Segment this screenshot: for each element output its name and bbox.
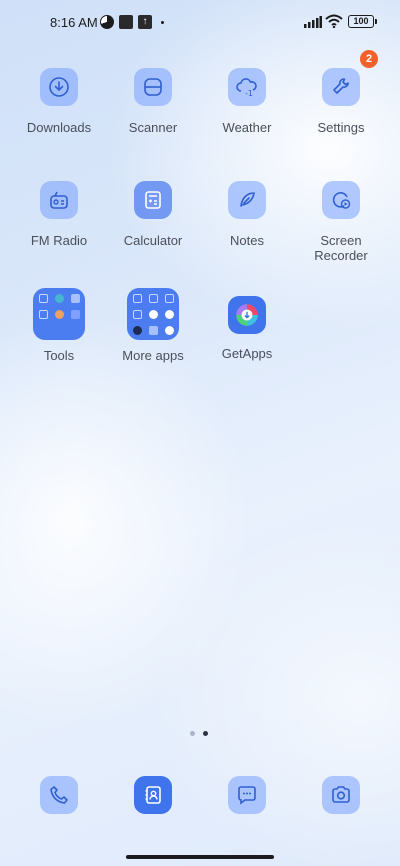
wrench-icon: 2 — [322, 50, 378, 106]
signal-icon — [304, 16, 322, 28]
folder-tools[interactable]: Tools — [12, 288, 106, 363]
camera-icon[interactable] — [322, 776, 360, 814]
page-dot-active[interactable] — [203, 731, 208, 736]
weather-icon: -1 — [228, 68, 266, 106]
wifi-icon — [325, 14, 343, 28]
upload-notification-icon: ↑ — [138, 15, 152, 29]
mini-app-icon — [149, 326, 158, 335]
app-label: Calculator — [123, 233, 183, 248]
app-settings[interactable]: 2 Settings — [294, 50, 388, 135]
mini-app-icon — [39, 310, 48, 319]
scanner-icon — [134, 68, 172, 106]
page-indicator — [190, 731, 214, 739]
status-time: 8:16 AM — [50, 15, 98, 30]
app-label: More apps — [122, 348, 184, 363]
more-notifications-dot — [161, 21, 164, 24]
app-label: Settings — [317, 120, 365, 135]
app-weather[interactable]: -1 Weather — [200, 68, 294, 135]
app-screen-recorder[interactable]: Screen Recorder — [294, 181, 388, 263]
app-fm-radio[interactable]: FM Radio — [12, 181, 106, 248]
app-notes[interactable]: Notes — [200, 181, 294, 248]
app-label: Downloads — [26, 120, 92, 135]
mini-app-icon — [165, 326, 174, 335]
app-label: Scanner — [128, 120, 178, 135]
home-gesture-bar[interactable] — [126, 855, 274, 859]
getapps-icon — [228, 296, 266, 334]
page-dot[interactable] — [190, 731, 195, 736]
mini-app-icon — [149, 310, 158, 319]
folder-more-apps[interactable]: More apps — [106, 288, 200, 363]
mini-app-icon — [133, 294, 142, 303]
screen-recorder-icon — [322, 181, 360, 219]
folder-icon — [33, 288, 85, 340]
app-scanner[interactable]: Scanner — [106, 68, 200, 135]
notification-badge: 2 — [360, 50, 378, 68]
mini-app-icon — [55, 294, 64, 303]
mini-app-icon — [133, 326, 142, 335]
app-getapps[interactable]: GetApps — [200, 288, 294, 361]
status-bar: 8:16 AM ↑ 100 — [0, 0, 400, 44]
mini-app-icon — [149, 294, 158, 303]
calculator-icon — [134, 181, 172, 219]
phone-icon[interactable] — [40, 776, 78, 814]
app-label: Notes — [230, 233, 264, 248]
folder-icon — [127, 288, 179, 340]
app-downloads[interactable]: Downloads — [12, 68, 106, 135]
mini-app-icon — [39, 294, 48, 303]
mini-app-icon — [165, 310, 174, 319]
mini-app-icon — [165, 294, 174, 303]
pie-notification-icon — [100, 15, 114, 29]
square-notification-icon — [119, 15, 133, 29]
app-label: Weather — [222, 120, 272, 135]
app-label: FM Radio — [30, 233, 88, 248]
svg-text:-1: -1 — [245, 89, 253, 98]
app-calculator[interactable]: Calculator — [106, 181, 200, 248]
app-label: Screen Recorder — [314, 233, 368, 263]
mini-app-icon — [71, 294, 80, 303]
feather-icon — [228, 181, 266, 219]
app-label: Tools — [43, 348, 75, 363]
message-icon[interactable] — [228, 776, 266, 814]
radio-icon — [40, 181, 78, 219]
mini-app-icon — [55, 310, 64, 319]
mini-app-icon — [133, 310, 142, 319]
battery-icon: 100 — [348, 15, 377, 28]
download-icon — [40, 68, 78, 106]
app-label: GetApps — [221, 346, 273, 361]
mini-app-icon — [71, 310, 80, 319]
contacts-icon[interactable] — [134, 776, 172, 814]
